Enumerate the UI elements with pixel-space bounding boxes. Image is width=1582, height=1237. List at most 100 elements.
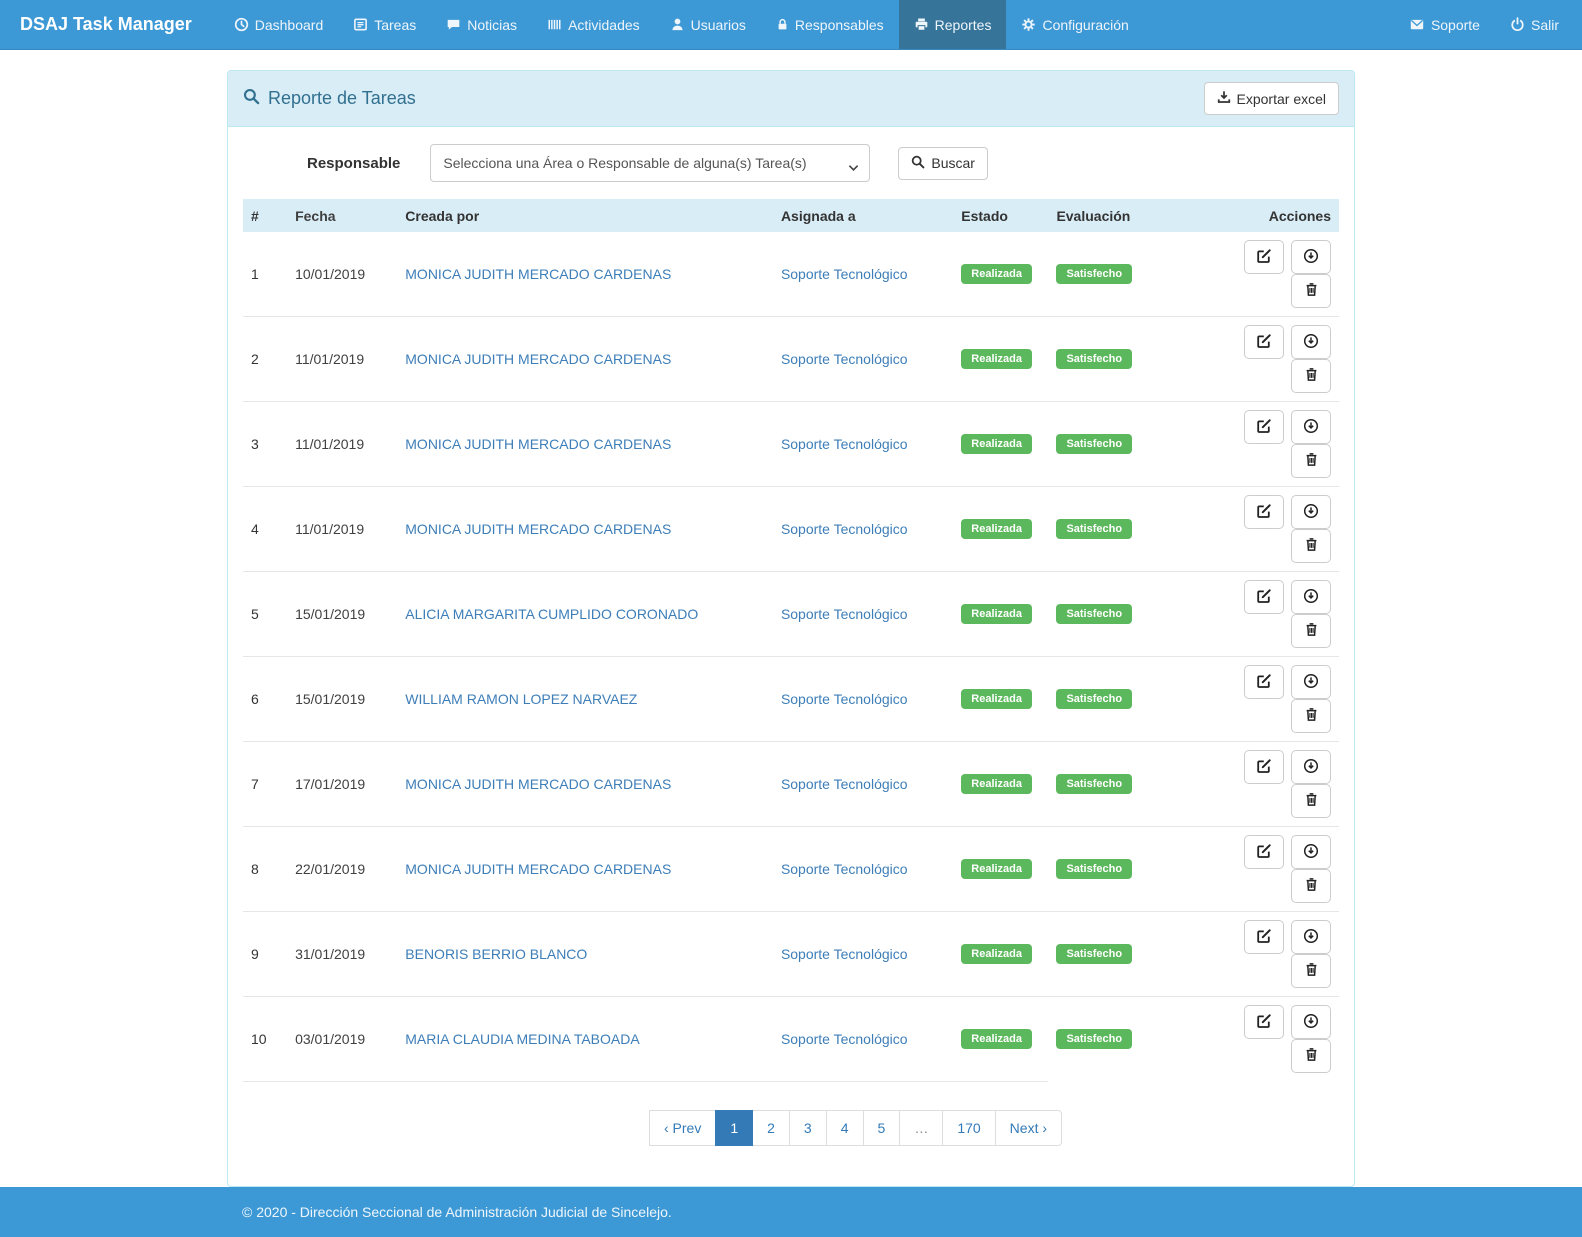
creada-por-link[interactable]: BENORIS BERRIO BLANCO — [405, 946, 587, 962]
nav-item-usuarios[interactable]: Usuarios — [655, 0, 761, 49]
edit-button[interactable] — [1244, 665, 1284, 699]
asignada-a-link[interactable]: Soporte Tecnológico — [781, 266, 908, 282]
table-row: 10 03/01/2019 MARIA CLAUDIA MEDINA TABOA… — [243, 997, 1339, 1082]
nav-item-actividades[interactable]: Actividades — [532, 0, 655, 49]
nav-item-salir[interactable]: Salir — [1495, 0, 1574, 49]
nav-item-noticias[interactable]: Noticias — [431, 0, 532, 49]
estado-badge: Realizada — [961, 434, 1032, 454]
edit-icon — [1256, 333, 1272, 352]
asignada-a-link[interactable]: Soporte Tecnológico — [781, 691, 908, 707]
edit-icon — [1256, 843, 1272, 862]
brand[interactable]: DSAJ Task Manager — [5, 0, 207, 49]
asignada-a-link[interactable]: Soporte Tecnológico — [781, 776, 908, 792]
delete-button[interactable] — [1291, 614, 1331, 648]
delete-button[interactable] — [1291, 869, 1331, 903]
delete-button[interactable] — [1291, 444, 1331, 478]
table-row: 4 11/01/2019 MONICA JUDITH MERCADO CARDE… — [243, 487, 1339, 572]
delete-button[interactable] — [1291, 529, 1331, 563]
row-number: 10 — [243, 997, 287, 1082]
nav-item-reportes[interactable]: Reportes — [899, 0, 1007, 49]
creada-por-link[interactable]: MARIA CLAUDIA MEDINA TABOADA — [405, 1031, 639, 1047]
edit-button[interactable] — [1244, 495, 1284, 529]
page-link[interactable]: 170 — [942, 1110, 995, 1146]
nav-item-dashboard[interactable]: Dashboard — [219, 0, 339, 49]
edit-button[interactable] — [1244, 835, 1284, 869]
nav-item-label: Configuración — [1042, 17, 1128, 33]
asignada-a-link[interactable]: Soporte Tecnológico — [781, 606, 908, 622]
page-link[interactable]: Next › — [995, 1110, 1062, 1146]
creada-por-link[interactable]: MONICA JUDITH MERCADO CARDENAS — [405, 521, 671, 537]
asignada-a-link[interactable]: Soporte Tecnológico — [781, 946, 908, 962]
search-icon — [243, 88, 260, 110]
page-link[interactable]: 5 — [863, 1110, 901, 1146]
edit-button[interactable] — [1244, 325, 1284, 359]
delete-button[interactable] — [1291, 954, 1331, 988]
trash-icon — [1304, 537, 1319, 555]
creada-por-link[interactable]: ALICIA MARGARITA CUMPLIDO CORONADO — [405, 606, 698, 622]
col-header-fecha: Fecha — [287, 199, 397, 232]
download-button[interactable] — [1291, 495, 1331, 529]
nav-item-label: Noticias — [467, 17, 517, 33]
export-excel-button[interactable]: Exportar excel — [1204, 82, 1339, 115]
asignada-a-link[interactable]: Soporte Tecnológico — [781, 1031, 908, 1047]
nav-item-tareas[interactable]: Tareas — [338, 0, 431, 49]
nav-item-soporte[interactable]: Soporte — [1394, 0, 1495, 49]
edit-button[interactable] — [1244, 1005, 1284, 1039]
creada-por-link[interactable]: MONICA JUDITH MERCADO CARDENAS — [405, 266, 671, 282]
download-button[interactable] — [1291, 580, 1331, 614]
responsable-select[interactable]: Selecciona una Área o Responsable de alg… — [430, 144, 870, 182]
asignada-a-link[interactable]: Soporte Tecnológico — [781, 861, 908, 877]
download-circle-icon — [1303, 1013, 1319, 1032]
buscar-label: Buscar — [931, 155, 975, 171]
row-actions — [1199, 317, 1339, 402]
asignada-a-link[interactable]: Soporte Tecnológico — [781, 436, 908, 452]
estado-badge: Realizada — [961, 944, 1032, 964]
delete-button[interactable] — [1291, 784, 1331, 818]
edit-button[interactable] — [1244, 750, 1284, 784]
trash-icon — [1304, 622, 1319, 640]
trash-icon — [1304, 1047, 1319, 1065]
page-link[interactable]: 2 — [752, 1110, 790, 1146]
delete-button[interactable] — [1291, 699, 1331, 733]
download-button[interactable] — [1291, 410, 1331, 444]
creada-por-link[interactable]: MONICA JUDITH MERCADO CARDENAS — [405, 436, 671, 452]
download-button[interactable] — [1291, 1005, 1331, 1039]
edit-button[interactable] — [1244, 410, 1284, 444]
page-link[interactable]: 3 — [789, 1110, 827, 1146]
delete-button[interactable] — [1291, 359, 1331, 393]
creada-por-link[interactable]: WILLIAM RAMON LOPEZ NARVAEZ — [405, 691, 637, 707]
creada-por-link[interactable]: MONICA JUDITH MERCADO CARDENAS — [405, 776, 671, 792]
delete-button[interactable] — [1291, 1039, 1331, 1073]
edit-button[interactable] — [1244, 580, 1284, 614]
edit-icon — [1256, 673, 1272, 692]
evaluacion-badge: Satisfecho — [1056, 774, 1132, 794]
asignada-a-link[interactable]: Soporte Tecnológico — [781, 351, 908, 367]
estado-badge: Realizada — [961, 1029, 1032, 1049]
asignada-a-link[interactable]: Soporte Tecnológico — [781, 521, 908, 537]
col-header-asignada-a: Asignada a — [773, 199, 953, 232]
page-link[interactable]: 1 — [715, 1110, 753, 1146]
creada-por-link[interactable]: MONICA JUDITH MERCADO CARDENAS — [405, 861, 671, 877]
edit-button[interactable] — [1244, 920, 1284, 954]
edit-button[interactable] — [1244, 240, 1284, 274]
download-button[interactable] — [1291, 325, 1331, 359]
download-button[interactable] — [1291, 920, 1331, 954]
download-button[interactable] — [1291, 835, 1331, 869]
evaluacion-badge: Satisfecho — [1056, 604, 1132, 624]
nav-item-configuracion[interactable]: Configuración — [1006, 0, 1143, 49]
creada-por-link[interactable]: MONICA JUDITH MERCADO CARDENAS — [405, 351, 671, 367]
col-header-estado: Estado — [953, 199, 1048, 232]
download-button[interactable] — [1291, 665, 1331, 699]
estado-badge: Realizada — [961, 519, 1032, 539]
download-button[interactable] — [1291, 240, 1331, 274]
delete-button[interactable] — [1291, 274, 1331, 308]
download-button[interactable] — [1291, 750, 1331, 784]
footer-copyright: © 2020 - Dirección Seccional de Administ… — [242, 1204, 672, 1220]
page-link[interactable]: 4 — [826, 1110, 864, 1146]
buscar-button[interactable]: Buscar — [898, 147, 988, 180]
row-fecha: 03/01/2019 — [287, 997, 397, 1082]
gear-icon — [1021, 17, 1036, 32]
nav-item-responsables[interactable]: Responsables — [761, 0, 899, 49]
page-link[interactable]: ‹ Prev — [649, 1110, 716, 1146]
dashboard-icon — [234, 17, 249, 32]
